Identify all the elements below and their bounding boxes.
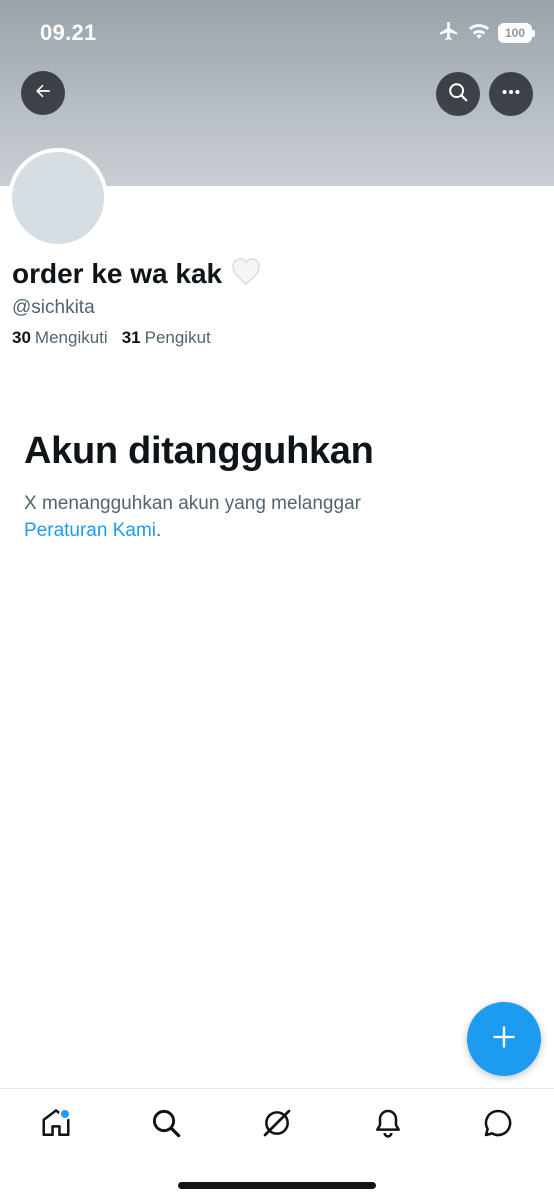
following-label: Mengikuti: [34, 328, 108, 347]
followers-link[interactable]: 31 Pengikut: [122, 328, 211, 348]
more-horizontal-icon: [500, 81, 522, 108]
bell-icon: [372, 1107, 404, 1144]
wifi-icon: [468, 22, 490, 45]
followers-count: 31: [121, 328, 141, 347]
search-icon: [150, 1107, 182, 1144]
display-name: order ke wa kak: [12, 257, 223, 289]
compose-button[interactable]: [467, 1002, 541, 1076]
following-count: 30: [12, 328, 31, 347]
notification-dot: [59, 1108, 71, 1120]
suspended-title: Akun ditangguhkan: [24, 430, 374, 472]
grok-icon: [261, 1107, 293, 1144]
rules-link[interactable]: Peraturan Kami: [24, 520, 156, 541]
more-button[interactable]: [489, 72, 533, 116]
messages-icon: [482, 1107, 514, 1144]
white-heart-icon: [230, 256, 262, 291]
following-link[interactable]: 30 Mengikuti: [12, 328, 108, 348]
search-icon: [447, 81, 469, 108]
nav-home[interactable]: [36, 1105, 76, 1145]
avatar[interactable]: [8, 148, 108, 248]
plus-icon: [490, 1023, 518, 1056]
airplane-icon: [438, 20, 460, 47]
suspended-end: .: [156, 520, 162, 541]
suspended-body: X menangguhkan akun yang melanggar: [24, 493, 361, 514]
nav-grok[interactable]: [257, 1105, 297, 1145]
search-button[interactable]: [436, 72, 480, 116]
back-button[interactable]: [21, 71, 65, 115]
suspended-message: X menangguhkan akun yang melanggar Perat…: [24, 490, 444, 544]
nav-messages[interactable]: [478, 1105, 518, 1145]
arrow-left-icon: [33, 81, 53, 106]
battery-level: 100: [504, 26, 526, 40]
nav-notifications[interactable]: [368, 1105, 408, 1145]
status-time: 09.21: [40, 20, 97, 45]
status-icons: 100: [438, 20, 535, 47]
follow-stats: 30 Mengikuti 31 Pengikut: [12, 328, 211, 348]
profile-handle: @sichkita: [12, 297, 95, 318]
battery-icon: 100: [498, 23, 535, 43]
home-indicator[interactable]: [178, 1182, 376, 1189]
display-name-row: order ke wa kak 🤍: [12, 256, 262, 291]
nav-search[interactable]: [146, 1105, 186, 1145]
followers-label: Pengikut: [144, 328, 211, 347]
